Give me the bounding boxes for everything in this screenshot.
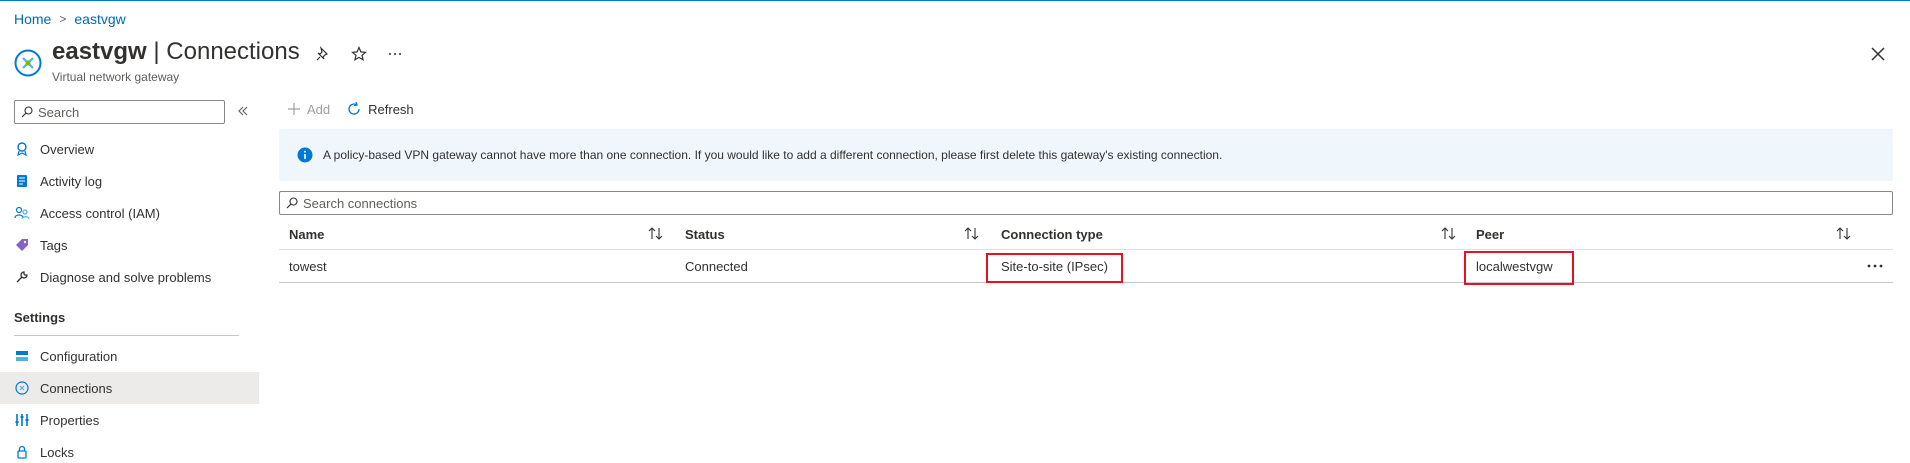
- add-icon: [288, 103, 300, 115]
- configuration-icon: [14, 348, 30, 364]
- sidebar-item-tags[interactable]: Tags: [0, 229, 259, 261]
- column-header-connection-type[interactable]: Connection type: [1001, 227, 1103, 242]
- breadcrumb-resource-link[interactable]: eastvgw: [74, 11, 125, 27]
- collapse-sidebar-icon[interactable]: [235, 103, 251, 119]
- breadcrumb: Home > eastvgw: [14, 11, 126, 27]
- table-header: Name Status Connection type Peer: [279, 220, 1893, 250]
- connections-search-input[interactable]: [303, 195, 1883, 211]
- sidebar-item-label: Tags: [40, 237, 68, 253]
- sidebar-item-label: Properties: [40, 412, 100, 428]
- overview-icon: [14, 141, 30, 157]
- star-icon[interactable]: [349, 44, 369, 64]
- sidebar-item-properties[interactable]: Properties: [0, 404, 259, 436]
- sidebar-section-settings: Settings: [14, 310, 66, 325]
- breadcrumb-separator: >: [59, 12, 67, 26]
- properties-icon: [14, 412, 30, 428]
- activity-log-icon: [14, 173, 30, 189]
- more-icon[interactable]: [385, 44, 405, 64]
- cell-peer[interactable]: localwestvgw: [1476, 259, 1553, 274]
- info-banner: A policy-based VPN gateway cannot have m…: [279, 129, 1893, 181]
- cell-status: Connected: [685, 259, 748, 274]
- iam-icon: [14, 205, 30, 221]
- close-icon[interactable]: [1866, 42, 1890, 66]
- sidebar-divider: [14, 335, 239, 336]
- pin-icon[interactable]: [313, 44, 333, 64]
- top-accent-line: [0, 0, 1910, 1]
- sidebar-item-diagnose[interactable]: Diagnose and solve problems: [0, 261, 259, 293]
- sort-icon[interactable]: [963, 225, 981, 243]
- page-title: eastvgw | Connections: [52, 38, 300, 66]
- refresh-button[interactable]: Refresh: [346, 101, 414, 117]
- sort-icon[interactable]: [1440, 225, 1458, 243]
- sidebar-item-label: Access control (IAM): [40, 205, 160, 221]
- sidebar-nav: Overview Activity log Access control (IA…: [0, 133, 259, 463]
- sort-icon[interactable]: [1835, 225, 1853, 243]
- title-actions: [313, 44, 405, 64]
- tag-icon: [14, 237, 30, 253]
- info-icon: [297, 147, 313, 163]
- sidebar-item-activity-log[interactable]: Activity log: [0, 165, 259, 197]
- breadcrumb-home-link[interactable]: Home: [14, 11, 51, 27]
- connections-table: Name Status Connection type Peer towest …: [279, 220, 1893, 285]
- sidebar-item-label: Diagnose and solve problems: [40, 269, 212, 285]
- search-icon: [21, 106, 33, 118]
- column-header-name[interactable]: Name: [289, 227, 324, 242]
- sidebar-item-label: Connections: [40, 380, 113, 396]
- row-more-icon[interactable]: [1865, 258, 1885, 274]
- refresh-icon: [348, 101, 360, 115]
- command-bar: Add Refresh: [287, 101, 414, 117]
- sidebar-search-input[interactable]: [38, 104, 218, 120]
- add-button[interactable]: Add: [287, 102, 330, 117]
- column-header-peer[interactable]: Peer: [1476, 227, 1504, 242]
- sidebar-item-label: Activity log: [40, 173, 103, 189]
- table-row[interactable]: towest Connected Site-to-site (IPsec) lo…: [279, 250, 1893, 285]
- cell-connection-type: Site-to-site (IPsec): [1001, 259, 1108, 274]
- sidebar-item-configuration[interactable]: Configuration: [0, 340, 259, 372]
- virtual-network-gateway-icon: [14, 49, 42, 77]
- page-name: | Connections: [153, 38, 300, 65]
- column-header-status[interactable]: Status: [685, 227, 725, 242]
- connections-search[interactable]: [279, 191, 1893, 215]
- refresh-button-label: Refresh: [368, 101, 414, 117]
- sidebar-item-connections[interactable]: Connections: [0, 372, 259, 404]
- connections-icon: [14, 380, 30, 396]
- sidebar-item-access-control[interactable]: Access control (IAM): [0, 197, 259, 229]
- wrench-icon: [14, 269, 30, 285]
- sidebar-item-label: Overview: [40, 141, 95, 157]
- search-icon: [286, 197, 298, 209]
- sidebar-item-locks[interactable]: Locks: [0, 436, 259, 463]
- resource-name: eastvgw: [52, 38, 147, 65]
- sidebar-item-label: Configuration: [40, 348, 118, 364]
- add-button-label: Add: [307, 101, 331, 117]
- sidebar-item-overview[interactable]: Overview: [0, 133, 259, 165]
- info-message: A policy-based VPN gateway cannot have m…: [323, 148, 1223, 162]
- sort-icon[interactable]: [647, 225, 665, 243]
- cell-name[interactable]: towest: [289, 259, 327, 274]
- sidebar-item-label: Locks: [40, 444, 74, 460]
- lock-icon: [14, 444, 30, 460]
- page-subtitle: Virtual network gateway: [52, 70, 180, 84]
- sidebar-search[interactable]: [14, 100, 225, 124]
